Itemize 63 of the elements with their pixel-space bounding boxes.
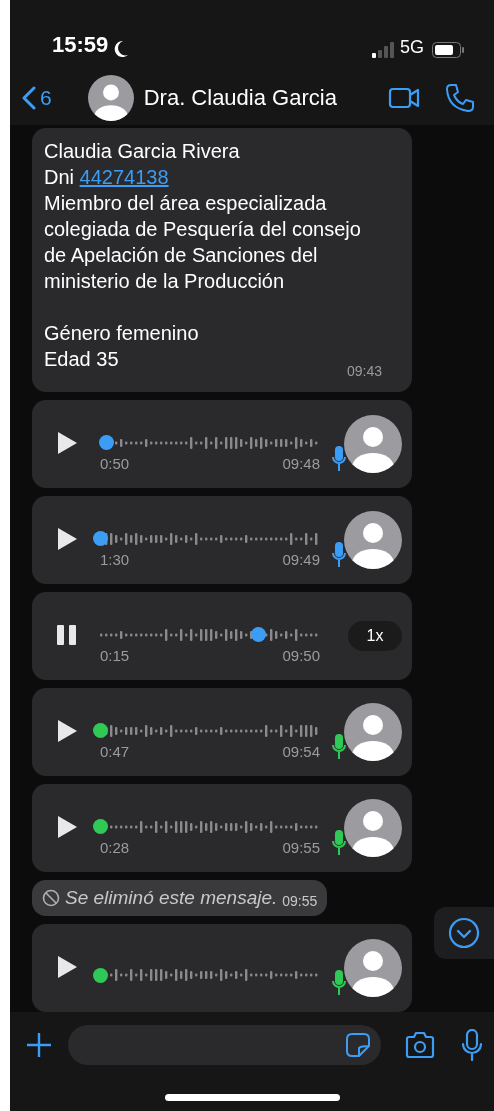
play-icon <box>55 719 79 743</box>
play-icon <box>55 527 79 551</box>
progress-thumb[interactable] <box>92 723 108 738</box>
message-time: 09:54 <box>282 742 320 760</box>
contact-avatar-icon <box>87 74 134 121</box>
scroll-down-button[interactable] <box>434 907 494 959</box>
pause-icon <box>56 623 78 646</box>
add-button[interactable] <box>26 1032 52 1058</box>
microphone-icon <box>332 734 346 760</box>
message-time: 09:50 <box>282 646 320 664</box>
moon-icon <box>113 40 130 58</box>
avatar-silhouette-icon <box>344 939 402 997</box>
message-time: 09:55 <box>282 893 318 909</box>
play-icon <box>55 815 79 839</box>
signal-icon <box>372 42 394 58</box>
voice-record-button[interactable] <box>462 1029 482 1061</box>
microphone-icon <box>462 1029 482 1061</box>
progress-thumb[interactable] <box>92 819 108 834</box>
status-time: 15:59 <box>52 32 109 58</box>
message-time: 09:43 <box>346 363 382 379</box>
contact-name[interactable]: Dra. Claudia Garcia <box>143 84 337 111</box>
message-text: Miembro del área especializada colegiada de Pesquería del consejo de Apelación de Sanciones del ministerio de la Producción <box>44 191 362 294</box>
prohibited-icon <box>42 889 60 907</box>
avatar-silhouette-icon <box>344 799 402 857</box>
back-button[interactable]: 6 <box>22 85 52 110</box>
progress-thumb[interactable] <box>250 627 266 642</box>
chevron-left-icon <box>22 85 36 110</box>
progress-thumb[interactable] <box>99 435 115 450</box>
voice-duration: 0:28 <box>100 838 130 856</box>
playback-speed-button[interactable]: 1x <box>348 621 402 651</box>
microphone-icon <box>332 830 346 856</box>
camera-icon <box>405 1031 435 1059</box>
voice-duration: 1:30 <box>100 550 130 568</box>
voice-duration: 0:47 <box>100 742 130 760</box>
avatar-silhouette-icon <box>344 703 402 761</box>
message-time: 09:48 <box>282 454 320 472</box>
voice-duration: 0:15 <box>100 646 130 664</box>
phone-link[interactable]: 44274138 <box>79 166 169 188</box>
play-icon <box>55 955 79 979</box>
voice-duration: 0:50 <box>100 454 130 472</box>
message-text: Dni <box>44 166 74 188</box>
deleted-message-text: Se eliminó este mensaje. <box>65 887 278 909</box>
chevron-down-circle-icon <box>448 917 480 949</box>
microphone-icon <box>332 970 346 996</box>
camera-button[interactable] <box>405 1031 435 1059</box>
plus-icon <box>26 1032 52 1058</box>
progress-thumb[interactable] <box>92 967 108 983</box>
message-text: Género femenino <box>44 321 199 346</box>
microphone-icon <box>332 446 346 472</box>
battery-icon <box>432 42 464 58</box>
message-text: Edad 35 <box>44 347 119 372</box>
sticker-icon <box>345 1032 371 1058</box>
avatar-silhouette-icon <box>344 415 402 473</box>
message-text: Claudia Garcia Rivera <box>44 139 240 164</box>
progress-thumb[interactable] <box>92 531 108 546</box>
microphone-icon <box>332 542 346 568</box>
network-label: 5G <box>400 37 424 58</box>
play-icon <box>55 431 79 455</box>
phone-icon <box>444 81 476 114</box>
message-time: 09:55 <box>282 838 320 856</box>
message-input-field[interactable] <box>68 1025 381 1065</box>
message-time: 09:49 <box>282 550 320 568</box>
avatar-silhouette-icon <box>344 511 402 569</box>
